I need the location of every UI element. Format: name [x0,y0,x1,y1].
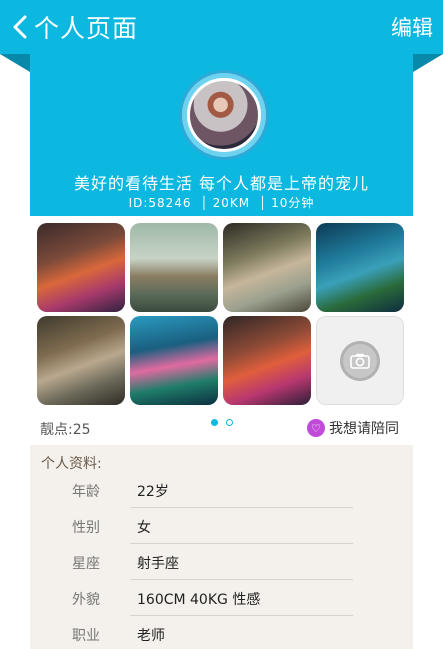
info-label: 外貌 [72,592,100,608]
top-bar: 个人页面 编辑 [0,0,443,54]
avatar[interactable] [187,78,261,152]
page-dot[interactable] [225,419,233,426]
info-value: 老师 [137,628,165,644]
page-dot-active[interactable] [210,419,218,426]
info-row-occupation: 职业 老师 [30,616,413,649]
info-label: 星座 [72,556,100,572]
gallery-photo[interactable] [130,316,218,405]
profile-banner: 美好的看待生活 每个人都是上帝的宠儿 ID:5824620KM10分钟 [30,54,413,216]
profile-motto: 美好的看待生活 每个人都是上帝的宠儿 [73,174,370,193]
info-row-gender: 性别 女 [30,508,413,544]
info-label: 性别 [72,520,100,536]
profile-info-panel: 个人资料: 年龄 22岁 性别 女 星座 射手座 外貌 160CM 40KG 性… [30,445,413,649]
info-row-appearance: 外貌 160CM 40KG 性感 [30,580,413,616]
gallery-photo[interactable] [37,223,125,312]
accompany-button[interactable]: ♡ 我想请陪同 [307,418,399,438]
profile-time: 10分钟 [250,196,314,210]
camera-icon[interactable] [340,340,380,381]
gallery-photo[interactable] [223,223,311,312]
profile-meta: ID:5824620KM10分钟 [30,194,413,211]
gallery-photo[interactable] [223,316,311,405]
gallery-photo[interactable] [316,223,404,312]
profile-id: ID:58246 [128,196,192,210]
info-label: 职业 [72,628,100,644]
gallery-photo[interactable] [130,223,218,312]
page-title: 个人页面 [34,14,139,43]
info-row-age: 年龄 22岁 [30,472,413,508]
accompany-label: 我想请陪同 [329,421,399,437]
info-value: 女 [137,520,151,536]
info-title: 个人资料: [41,456,102,472]
profile-distance: 20KM [192,196,251,210]
info-value: 22岁 [137,484,169,500]
add-photo-button[interactable] [316,316,404,405]
views-count: 靓点:25 [40,422,91,438]
info-value: 160CM 40KG 性感 [137,592,261,608]
back-area[interactable]: 个人页面 [12,9,138,45]
photo-grid [37,223,405,405]
info-label: 年龄 [72,484,100,500]
ribbon-fold-left [0,54,30,72]
info-row-zodiac: 星座 射手座 [30,544,413,580]
avatar-frame[interactable] [179,70,269,160]
chevron-left-icon[interactable] [12,15,28,39]
edit-button[interactable]: 编辑 [391,12,433,42]
ribbon-fold-right [413,54,443,72]
gift-icon: ♡ [307,419,325,437]
info-value: 射手座 [137,556,179,572]
gallery-photo[interactable] [37,316,125,405]
